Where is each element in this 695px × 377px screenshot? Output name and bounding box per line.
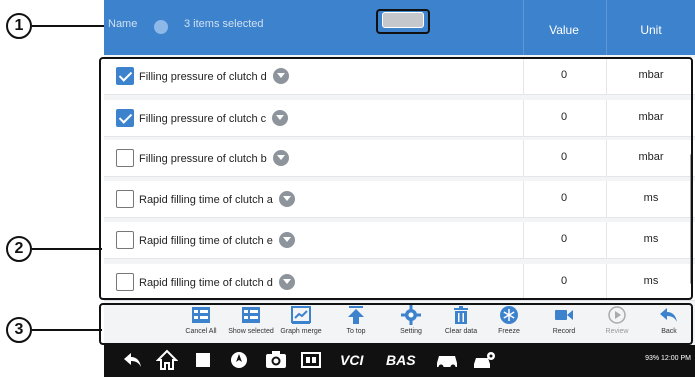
back-arrow-icon [124,353,141,367]
callout-1-frame [376,9,430,34]
back-nav-button[interactable] [122,349,144,371]
home-nav-button[interactable] [156,349,178,371]
vehicle-nav-button[interactable] [434,349,460,371]
callout-2: 2 [6,236,32,262]
callout-3-leader [32,329,102,331]
camera-nav-button[interactable] [264,349,288,371]
system-navbar: VCI BAS 93% 12:00 PM [104,345,695,377]
value-column-header: Value [549,23,579,37]
car-icon [437,356,457,370]
multitask-icon [301,352,321,368]
selected-count-text: 3 items selected [184,18,264,30]
car-service-icon [474,352,495,368]
callout-2-leader [32,248,102,250]
camera-icon [266,351,286,368]
status-bar-text: 93% 12:00 PM [645,355,691,362]
browser-nav-button[interactable] [228,349,250,371]
callout-3-frame [99,303,693,345]
service-nav-button[interactable] [472,349,498,371]
name-column-header[interactable]: Name [108,18,137,30]
home-icon [156,349,178,370]
recent-apps-icon [196,353,210,367]
bas-shortcut[interactable]: BAS [386,352,416,368]
multitask-nav-button[interactable] [300,349,322,371]
unit-column-header: Unit [640,23,662,37]
select-count-icon [154,20,168,34]
callout-1: 1 [6,13,32,39]
recent-apps-button[interactable] [192,349,214,371]
vci-shortcut[interactable]: VCI [340,352,363,368]
compass-icon [231,352,247,368]
callout-2-frame [99,57,693,300]
callout-3: 3 [6,317,32,343]
